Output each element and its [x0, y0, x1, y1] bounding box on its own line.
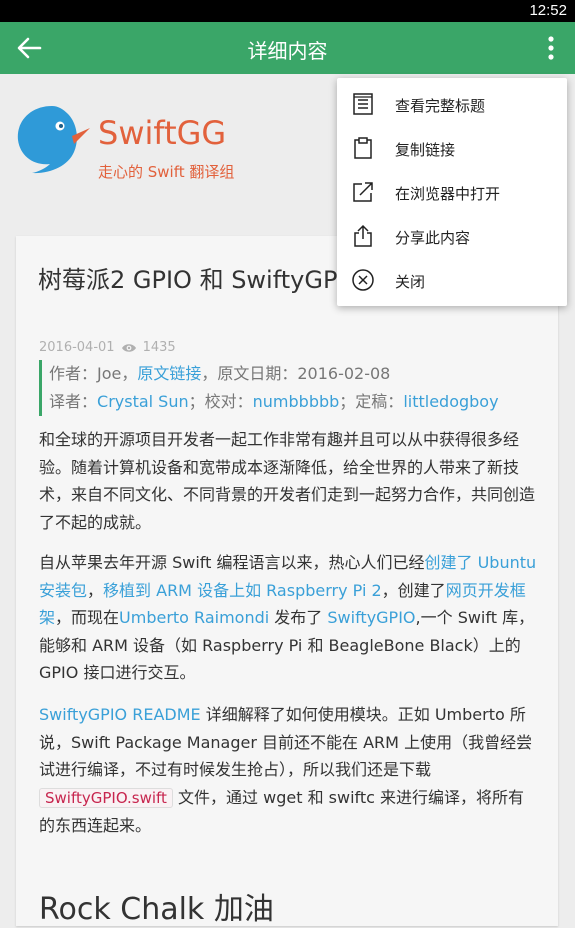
close-circle-icon	[352, 269, 374, 291]
brand-tagline: 走心的 Swift 翻译组	[98, 163, 235, 181]
article-date: 2016-04-01	[39, 340, 115, 355]
open-external-icon	[353, 182, 373, 202]
status-bar: 12:52	[0, 0, 575, 22]
paragraph-1: 和全球的开源项目开发者一起工作非常有趣并且可以从中获得很多经验。随着计算机设备和…	[39, 430, 536, 532]
text-span: ，而现在	[55, 608, 120, 627]
menu-item-label: 复制链接	[395, 141, 456, 159]
menu-item-label: 查看完整标题	[395, 97, 486, 115]
app-bar: 详细内容	[0, 22, 575, 74]
original-date: ，原文日期：2016-02-08	[201, 364, 391, 383]
credits-line-2: 译者：Crystal Sun；校对：numbbbbb；定稿：littledogb…	[49, 388, 499, 416]
text-span: ，	[87, 580, 104, 600]
link-umberto[interactable]: Umberto Raimondi	[119, 608, 269, 627]
link-swiftygpio[interactable]: SwiftyGPIO	[327, 608, 415, 627]
menu-item-close[interactable]: 关闭	[337, 258, 567, 302]
paragraph-3: SwiftyGPIO README 详细解释了如何使用模块。正如 Umberto…	[39, 701, 539, 840]
share-icon	[354, 224, 372, 247]
overflow-menu: 查看完整标题 复制链接 在浏览器中打开 分享此内容 关闭	[337, 78, 567, 306]
menu-item-label: 在浏览器中打开	[395, 185, 501, 203]
article-title: 树莓派2 GPIO 和 SwiftyGPIO	[38, 266, 364, 294]
brand-name: SwiftGG	[98, 114, 227, 152]
article-card: 树莓派2 GPIO 和 SwiftyGPIO 2016-04-01 1435 作…	[16, 236, 558, 927]
full-title-icon	[353, 93, 373, 115]
menu-item-label: 分享此内容	[395, 229, 471, 247]
credits-block: 作者：Joe，原文链接，原文日期：2016-02-08 译者：Crystal S…	[39, 360, 499, 416]
link-arm-port[interactable]: 移植到 ARM 设备上如 Raspberry Pi 2	[103, 581, 382, 600]
finalizer-link[interactable]: littledogboy	[403, 392, 498, 411]
translator-label: 译者：	[49, 392, 98, 411]
proofreader-link[interactable]: numbbbbb	[253, 392, 340, 411]
link-swiftygpio-readme[interactable]: SwiftyGPIO README	[39, 705, 201, 724]
inline-code: SwiftyGPIO.swift	[39, 787, 173, 808]
translator-link[interactable]: Crystal Sun	[97, 392, 189, 411]
swiftgg-bird-logo-icon	[17, 106, 90, 174]
article-meta: 2016-04-01 1435	[39, 340, 176, 355]
finalizer-label: ；定稿：	[339, 392, 404, 411]
menu-item-share[interactable]: 分享此内容	[337, 214, 567, 258]
text-span: 发布了	[269, 608, 328, 627]
status-time: 12:52	[529, 2, 567, 19]
more-vert-icon[interactable]	[547, 36, 555, 60]
eye-icon	[121, 343, 136, 352]
menu-item-open-browser[interactable]: 在浏览器中打开	[337, 170, 567, 214]
clipboard-icon	[354, 137, 372, 159]
page-title: 详细内容	[247, 39, 328, 63]
article-views: 1435	[142, 340, 176, 355]
original-link[interactable]: 原文链接	[137, 364, 201, 383]
menu-item-full-title[interactable]: 查看完整标题	[337, 82, 567, 126]
paragraph-2: 自从苹果去年开源 Swift 编程语言以来，热心人们已经创建了 Ubuntu 安…	[39, 549, 539, 687]
author-label: 作者：Joe，	[49, 364, 138, 383]
text-span: ，创建了	[381, 580, 446, 600]
section-heading: Rock Chalk 加油	[39, 892, 274, 927]
text-span: 自从苹果去年开源 Swift 编程语言以来，热心人们已经	[39, 553, 425, 572]
proofreader-label: ；校对：	[188, 392, 253, 411]
menu-item-label: 关闭	[395, 273, 426, 291]
menu-item-copy-link[interactable]: 复制链接	[337, 126, 567, 170]
credits-line-1: 作者：Joe，原文链接，原文日期：2016-02-08	[49, 360, 499, 388]
